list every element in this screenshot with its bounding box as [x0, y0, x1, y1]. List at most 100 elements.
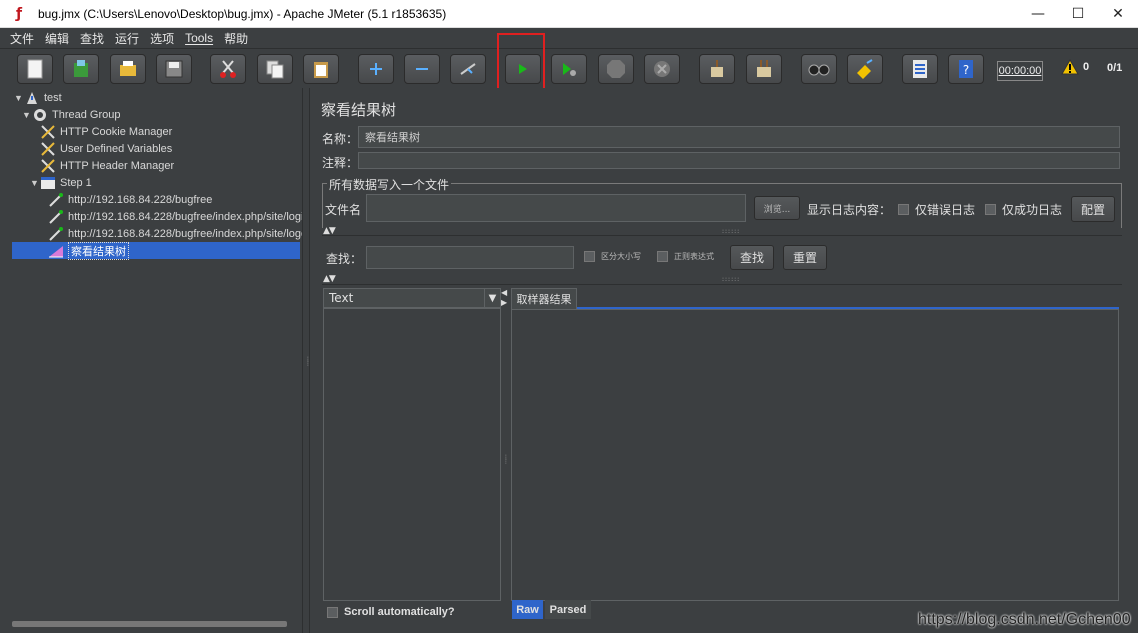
- tree-node-thread-group[interactable]: ▼ Thread Group: [22, 106, 120, 123]
- list-icon: [913, 60, 927, 78]
- reset-button[interactable]: 重置: [783, 245, 827, 270]
- expand-collapse-arrows[interactable]: ▲▼: [323, 274, 336, 284]
- reset-search-broom-icon: [857, 59, 873, 79]
- menu-edit[interactable]: 编辑: [45, 30, 69, 47]
- name-field[interactable]: 察看结果树: [358, 126, 1120, 148]
- tree-node-user-defined-variables[interactable]: User Defined Variables: [40, 140, 172, 157]
- tab-sampler-result[interactable]: 取样器结果: [511, 288, 577, 309]
- toggle-button[interactable]: [450, 54, 486, 84]
- search-label: 查找：: [326, 252, 363, 266]
- scroll-automatically-label: Scroll automatically?: [344, 606, 455, 618]
- reset-search-button[interactable]: [847, 54, 883, 84]
- results-splitter[interactable]: ◀ ▶ ⋮ ⋮: [501, 288, 511, 603]
- browse-button[interactable]: 浏览...: [754, 196, 800, 220]
- right-edge: [1128, 88, 1138, 633]
- tree-horizontal-scrollbar[interactable]: [12, 621, 287, 627]
- tree-node-http-request-3[interactable]: http://192.168.84.228/bugfree/index.php/…: [48, 225, 302, 242]
- start-no-pauses-button[interactable]: [551, 54, 587, 84]
- filename-input[interactable]: [366, 194, 746, 222]
- success-only-checkbox[interactable]: 仅成功日志: [985, 201, 1062, 218]
- errors-only-checkbox[interactable]: 仅错误日志: [898, 201, 975, 218]
- scroll-automatically-checkbox[interactable]: Scroll automatically?: [327, 606, 455, 618]
- checkbox-box[interactable]: [584, 251, 595, 262]
- maximize-icon[interactable]: ☐: [1058, 0, 1098, 28]
- help-button[interactable]: ?: [948, 54, 984, 84]
- separator-grip[interactable]: ::::::: [722, 228, 740, 235]
- separator-grip[interactable]: ::::::: [722, 276, 740, 283]
- regex-checkbox[interactable]: 正则表达式: [657, 251, 714, 262]
- menu-help[interactable]: 帮助: [224, 30, 248, 47]
- view-results-tree-panel: 察看结果树 名称： 察看结果树 注释： 所有数据写入一个文件 文件名 浏览...…: [310, 88, 1128, 633]
- close-icon[interactable]: ✕: [1098, 0, 1138, 28]
- play-no-pause-icon: [563, 63, 576, 76]
- menu-options[interactable]: 选项: [150, 30, 174, 47]
- right-triangle-icon[interactable]: ▶: [501, 298, 507, 307]
- tree-node-view-results-tree[interactable]: 察看结果树: [12, 241, 300, 260]
- tree-node-step-1[interactable]: ▼ Step 1: [30, 174, 92, 191]
- chevron-down-icon[interactable]: ▼: [484, 289, 500, 307]
- comment-label: 注释：: [322, 156, 359, 170]
- paste-icon: [314, 62, 328, 78]
- case-sensitive-checkbox[interactable]: 区分大小写: [584, 251, 641, 262]
- clear-button[interactable]: [699, 54, 735, 84]
- collapse-all-button[interactable]: [404, 54, 440, 84]
- search-button[interactable]: [801, 54, 837, 84]
- checkbox-box[interactable]: [657, 251, 668, 262]
- left-triangle-icon[interactable]: ◀: [501, 288, 507, 297]
- warnings-indicator[interactable]: 0: [1061, 59, 1089, 75]
- collapse-arrow-icon[interactable]: ▼: [22, 110, 32, 120]
- menu-tools[interactable]: Tools: [185, 31, 213, 45]
- renderer-select[interactable]: Text ▼: [323, 288, 501, 308]
- tree-node-http-request-1[interactable]: http://192.168.84.228/bugfree: [48, 191, 212, 208]
- config-scissors-icon: [40, 141, 56, 157]
- tree-node-label: 察看结果树: [68, 241, 129, 260]
- checkbox-box[interactable]: [898, 204, 909, 215]
- minimize-icon[interactable]: —: [1018, 0, 1058, 28]
- file-group-title-text: 所有数据写入一个文件: [327, 178, 452, 192]
- menu-file[interactable]: 文件: [10, 30, 34, 47]
- stop-button[interactable]: [598, 54, 634, 84]
- checkbox-box[interactable]: [985, 204, 996, 215]
- new-button[interactable]: [17, 54, 53, 84]
- sampler-pipette-icon: [48, 192, 64, 208]
- tree-node-test-plan[interactable]: ▼ test: [14, 89, 62, 106]
- tree-node-header-manager[interactable]: HTTP Header Manager: [40, 157, 174, 174]
- open-folder-icon: [120, 61, 136, 76]
- sample-results-list[interactable]: [323, 308, 501, 601]
- open-button[interactable]: [110, 54, 146, 84]
- menu-run[interactable]: 运行: [115, 30, 139, 47]
- comment-field[interactable]: [358, 152, 1120, 169]
- main-splitter[interactable]: ⋮ ⋮: [302, 88, 311, 633]
- shutdown-button[interactable]: [644, 54, 680, 84]
- collapse-arrow-icon[interactable]: ▼: [14, 93, 24, 103]
- tab-raw[interactable]: Raw: [512, 600, 543, 619]
- save-icon: [165, 60, 183, 78]
- copy-button[interactable]: [257, 54, 293, 84]
- checkbox-box[interactable]: [327, 606, 338, 618]
- tree-node-label: http://192.168.84.228/bugfree/index.php/…: [68, 227, 302, 240]
- splitter-grip: ⋮ ⋮: [503, 454, 509, 465]
- cut-button[interactable]: [210, 54, 246, 84]
- expand-all-button[interactable]: [358, 54, 394, 84]
- clear-all-button[interactable]: [746, 54, 782, 84]
- toolbar: ? 00:00:00 0 0/1: [0, 48, 1138, 88]
- stop-icon: [607, 60, 625, 78]
- function-helper-button[interactable]: [902, 54, 938, 84]
- collapse-arrow-icon[interactable]: ▼: [30, 178, 40, 188]
- log-display-label: 显示日志内容：: [807, 203, 892, 217]
- test-plan-icon: [24, 90, 40, 106]
- tree-node-cookie-manager[interactable]: HTTP Cookie Manager: [40, 123, 172, 140]
- sampler-result-area[interactable]: [511, 309, 1119, 601]
- renderer-selected: Text: [329, 291, 354, 305]
- save-button[interactable]: [156, 54, 192, 84]
- tab-parsed[interactable]: Parsed: [545, 600, 591, 619]
- paste-button[interactable]: [303, 54, 339, 84]
- tree-node-label: http://192.168.84.228/bugfree/index.php/…: [68, 210, 302, 223]
- help-icon: ?: [959, 60, 973, 78]
- find-button[interactable]: 查找: [730, 245, 774, 270]
- configure-button[interactable]: 配置: [1071, 196, 1115, 222]
- menu-search[interactable]: 查找: [80, 30, 104, 47]
- tree-node-http-request-2[interactable]: http://192.168.84.228/bugfree/index.php/…: [48, 208, 302, 225]
- search-input[interactable]: [366, 246, 574, 269]
- templates-button[interactable]: [63, 54, 99, 84]
